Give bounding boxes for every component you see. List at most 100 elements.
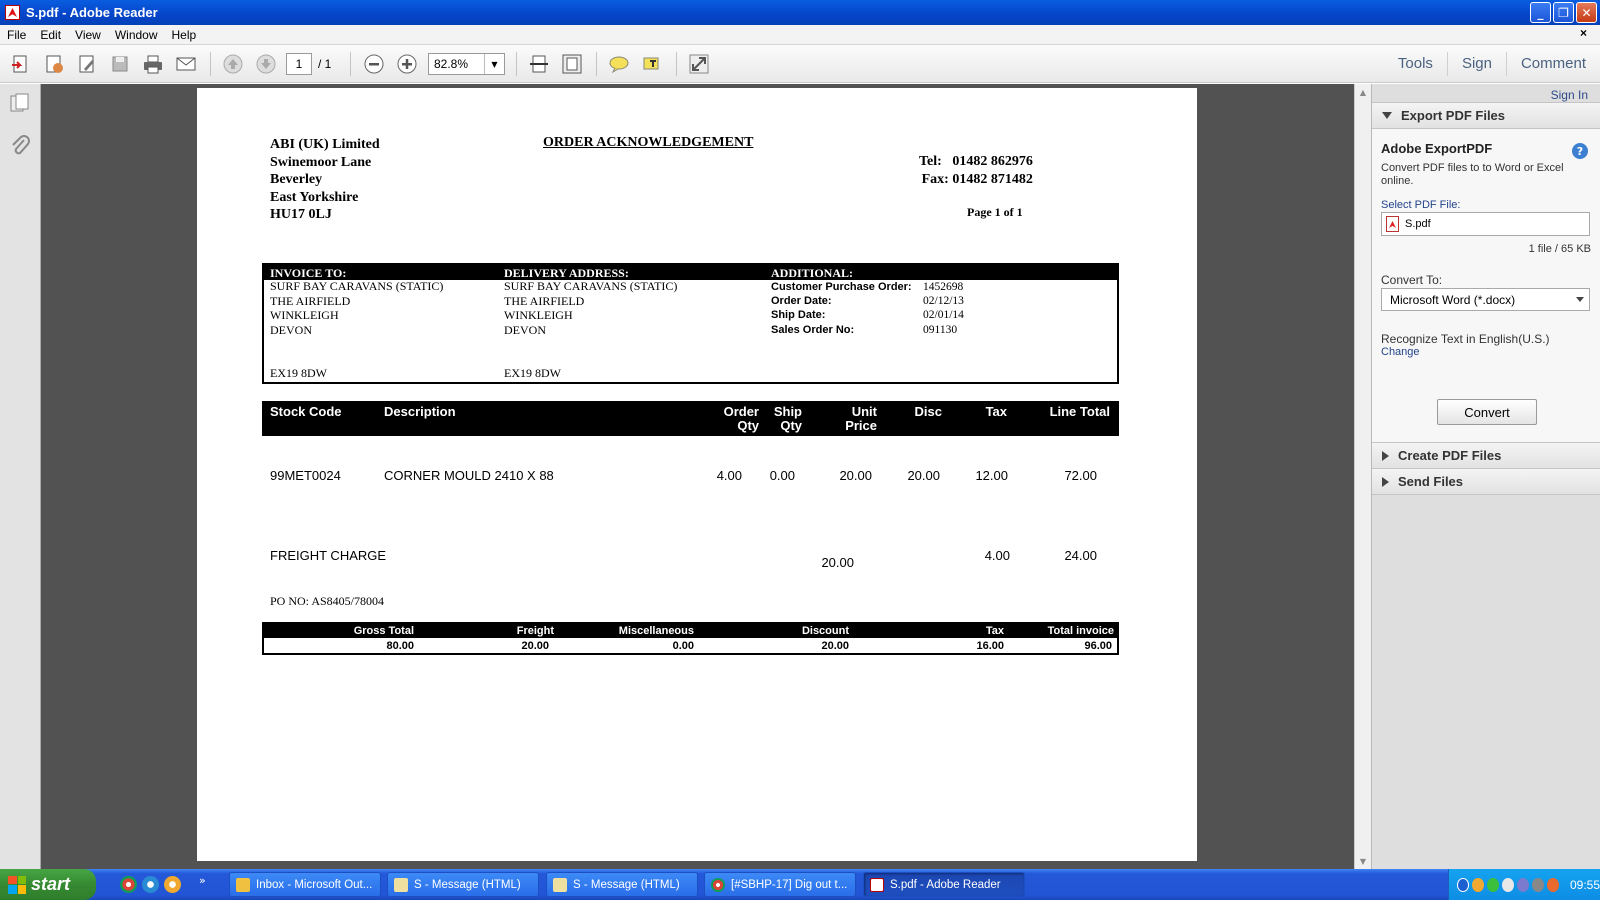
menu-edit[interactable]: Edit xyxy=(33,28,68,42)
status-tray-icon[interactable] xyxy=(1502,877,1515,892)
menu-help[interactable]: Help xyxy=(165,28,204,42)
attachments-icon[interactable] xyxy=(8,134,32,158)
scroll-up-icon[interactable]: ▲ xyxy=(1355,84,1371,100)
page-total: / 1 xyxy=(318,57,332,71)
additional-header: ADDITIONAL: xyxy=(771,266,854,280)
scroll-down-icon[interactable]: ▼ xyxy=(1355,853,1371,869)
full-screen-icon[interactable] xyxy=(686,51,712,77)
order-date-value: 02/12/13 xyxy=(923,295,964,307)
tools-link[interactable]: Tools xyxy=(1384,52,1447,76)
zoom-input[interactable] xyxy=(429,57,484,71)
col-stock-code: Stock Code xyxy=(270,404,342,419)
triangle-right-icon xyxy=(1382,450,1389,461)
pdf-file-icon xyxy=(1386,216,1399,232)
convert-button[interactable]: Convert xyxy=(1437,399,1537,425)
gross-total-label: Gross Total xyxy=(353,625,414,637)
total-invoice-label: Total invoice xyxy=(1047,625,1114,637)
messenger-tray-icon[interactable] xyxy=(1472,877,1485,892)
adobe-reader-icon xyxy=(5,5,20,20)
total-invoice-value: 96.00 xyxy=(1084,640,1112,652)
close-button[interactable]: ✕ xyxy=(1576,2,1597,23)
sales-order-label: Sales Order No: xyxy=(771,324,855,336)
print-icon[interactable] xyxy=(140,51,166,77)
menu-window[interactable]: Window xyxy=(108,28,165,42)
previous-page-icon[interactable] xyxy=(220,51,246,77)
sign-link[interactable]: Sign xyxy=(1446,52,1506,76)
menu-file[interactable]: File xyxy=(0,28,33,42)
address-box: INVOICE TO: DELIVERY ADDRESS: ADDITIONAL… xyxy=(262,263,1119,384)
pdf-page: ABI (UK) Limited Swinemoor Lane Beverley… xyxy=(197,88,1197,861)
create-pdf-icon[interactable] xyxy=(41,51,67,77)
page-number-input[interactable] xyxy=(286,53,312,75)
menu-view[interactable]: View xyxy=(68,28,108,42)
cust-po-label: Customer Purchase Order: xyxy=(771,281,912,293)
restore-button[interactable]: ❐ xyxy=(1553,2,1574,23)
zoom-in-icon[interactable] xyxy=(394,51,420,77)
cust-po-value: 1452698 xyxy=(923,281,964,293)
next-page-icon[interactable] xyxy=(253,51,279,77)
delivery-postcode: EX19 8DW xyxy=(504,366,561,380)
tax-value: 16.00 xyxy=(976,640,1004,652)
document-area[interactable]: ABI (UK) Limited Swinemoor Lane Beverley… xyxy=(41,84,1354,869)
fit-width-icon[interactable] xyxy=(526,51,552,77)
security-tray-icon[interactable] xyxy=(1547,877,1559,892)
file-info: 1 file / 65 KB xyxy=(1528,243,1591,255)
toolbar: / 1 ▼ Tools Sign Comment xyxy=(0,45,1600,83)
network-tray-icon[interactable] xyxy=(1487,877,1500,892)
tray-expand-icon[interactable] xyxy=(1457,877,1470,892)
task-pane: Sign In Export PDF Files Adobe ExportPDF… xyxy=(1371,84,1600,869)
minimize-button[interactable]: _ xyxy=(1530,2,1551,23)
selected-file-field[interactable]: S.pdf xyxy=(1381,212,1590,236)
taskbar-item-chrome[interactable]: [#SBHP-17] Dig out t... xyxy=(704,872,856,897)
open-file-icon[interactable] xyxy=(8,51,34,77)
volume-tray-icon[interactable] xyxy=(1532,877,1545,892)
taskbar-item-outlook[interactable]: Inbox - Microsoft Out... xyxy=(229,872,381,897)
delivery-address: SURF BAY CARAVANS (STATIC) THE AIRFIELD … xyxy=(504,279,678,337)
zoom-select[interactable]: ▼ xyxy=(428,53,505,75)
vertical-scrollbar[interactable]: ▲ ▼ xyxy=(1354,84,1371,869)
taskbar-item-message-2[interactable]: S - Message (HTML) xyxy=(546,872,698,897)
system-tray: 09:55 xyxy=(1448,869,1600,900)
discount-label: Discount xyxy=(801,625,849,637)
windows-logo-icon xyxy=(8,875,26,894)
comment-link[interactable]: Comment xyxy=(1505,52,1600,76)
edit-pdf-icon[interactable] xyxy=(74,51,100,77)
export-description-1: Convert PDF files to to Word or Excel xyxy=(1381,162,1564,174)
col-line-total: Line Total xyxy=(1049,404,1110,419)
fit-page-icon[interactable] xyxy=(559,51,585,77)
change-language-link[interactable]: Change xyxy=(1381,346,1420,358)
close-document-button[interactable]: × xyxy=(1573,26,1594,40)
convert-to-select[interactable]: Microsoft Word (*.docx) xyxy=(1381,288,1590,311)
sales-order-value: 091130 xyxy=(923,324,958,336)
quicklaunch-more-icon[interactable]: » xyxy=(199,874,206,887)
sign-in-link[interactable]: Sign In xyxy=(1551,88,1588,102)
highlight-text-icon[interactable] xyxy=(639,51,665,77)
display-tray-icon[interactable] xyxy=(1517,877,1530,892)
pdf-file-icon xyxy=(870,877,884,892)
start-button[interactable]: start xyxy=(0,869,96,900)
contact-numbers: Tel: 01482 862976 Fax: 01482 871482 xyxy=(919,154,1033,187)
send-files-section-header[interactable]: Send Files xyxy=(1372,468,1600,495)
chevron-down-icon[interactable]: ▼ xyxy=(484,54,504,74)
misc-label: Miscellaneous xyxy=(618,625,694,637)
col-disc: Disc xyxy=(914,404,942,419)
menu-bar: File Edit View Window Help × xyxy=(0,25,1600,45)
help-icon[interactable]: ? xyxy=(1572,143,1588,159)
messenger-quicklaunch-icon[interactable] xyxy=(164,876,181,893)
page-thumbnails-icon[interactable] xyxy=(8,92,32,116)
col-description: Description xyxy=(384,404,456,419)
taskbar-item-adobe-reader[interactable]: S.pdf - Adobe Reader xyxy=(863,872,1025,897)
po-number: PO NO: AS8405/78004 xyxy=(270,594,385,608)
sticky-note-icon[interactable] xyxy=(606,51,632,77)
email-icon[interactable] xyxy=(173,51,199,77)
select-file-label: Select PDF File: xyxy=(1381,199,1461,211)
internet-explorer-quicklaunch-icon[interactable] xyxy=(142,876,159,893)
export-pdf-section-header[interactable]: Export PDF Files xyxy=(1372,102,1600,129)
save-icon[interactable] xyxy=(107,51,133,77)
triangle-down-icon xyxy=(1382,112,1392,119)
create-pdf-section-header[interactable]: Create PDF Files xyxy=(1372,442,1600,469)
taskbar-item-message-1[interactable]: S - Message (HTML) xyxy=(387,872,539,897)
col-ship-qty: Ship Qty xyxy=(773,404,802,433)
zoom-out-icon[interactable] xyxy=(361,51,387,77)
chrome-quicklaunch-icon[interactable] xyxy=(120,876,137,893)
